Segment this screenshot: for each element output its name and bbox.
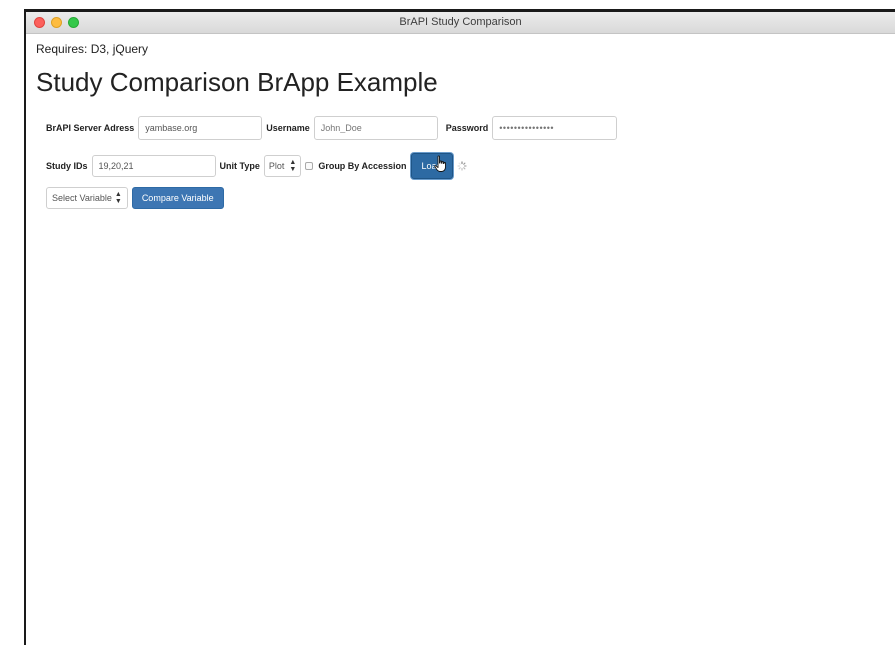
unit-type-label: Unit Type xyxy=(219,161,260,171)
page-content: Requires: D3, jQuery Study Comparison Br… xyxy=(36,34,895,645)
requires-text: Requires: D3, jQuery xyxy=(36,42,149,56)
window-title: BrAPI Study Comparison xyxy=(399,16,522,28)
server-credentials-row: BrAPI Server Adress Username Password xyxy=(46,116,621,140)
server-address-input[interactable] xyxy=(138,116,263,140)
compare-variable-button[interactable]: Compare Variable xyxy=(131,187,224,209)
window-titlebar[interactable]: BrAPI Study Comparison xyxy=(26,12,895,34)
group-by-accession-label: Group By Accession xyxy=(318,161,407,171)
study-ids-input[interactable] xyxy=(91,155,216,177)
password-input[interactable] xyxy=(492,116,618,140)
select-arrows-icon: ▲ ▼ xyxy=(114,191,122,205)
password-label: Password xyxy=(445,123,489,133)
screen: BrAPI Study Comparison Requires: D3, jQu… xyxy=(0,0,895,645)
study-ids-label: Study IDs xyxy=(46,161,88,171)
unit-type-selected: Plot xyxy=(268,161,285,171)
loading-spinner-icon xyxy=(456,161,467,171)
select-arrows-icon: ▲ ▼ xyxy=(289,159,297,173)
study-options-row: Study IDs Unit Type Plot ▲▼ Group By Acc… xyxy=(46,153,467,179)
page-title: Study Comparison BrApp Example xyxy=(36,67,438,97)
group-by-accession-checkbox[interactable] xyxy=(305,162,314,170)
variable-row: Select Variable ▲ ▼ Compare Variable xyxy=(46,187,224,209)
username-input[interactable] xyxy=(313,116,438,140)
username-label: Username xyxy=(266,123,310,133)
server-label: BrAPI Server Adress xyxy=(46,123,135,133)
variable-select-selected: Select Variable xyxy=(52,193,112,203)
variable-select[interactable]: Select Variable ▲ ▼ xyxy=(46,187,128,209)
load-button[interactable]: Load xyxy=(410,153,453,179)
unit-type-select[interactable]: Plot ▲ ▼ xyxy=(263,155,302,177)
browser-window: BrAPI Study Comparison Requires: D3, jQu… xyxy=(24,12,895,645)
